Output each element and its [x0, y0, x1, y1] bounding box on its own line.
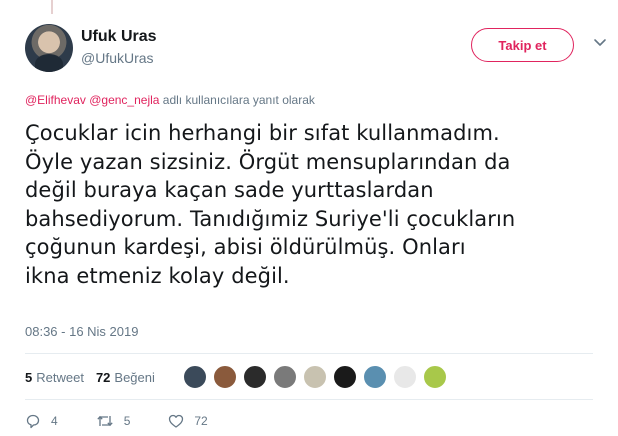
reply-context-text: adlı kullanıcılara yanıt olarak	[162, 93, 315, 107]
follow-button[interactable]: Takip et	[471, 28, 574, 62]
like-action[interactable]: 72	[168, 413, 208, 429]
like-action-count: 72	[194, 414, 208, 428]
reply-count: 4	[51, 414, 58, 428]
author-handle[interactable]: @UfukUras	[81, 50, 154, 66]
liker-avatar[interactable]	[243, 365, 267, 389]
mention-link[interactable]: @Elifhevav	[25, 93, 86, 107]
reply-action[interactable]: 4	[25, 413, 58, 429]
reply-icon	[26, 414, 40, 429]
liker-avatar[interactable]	[303, 365, 327, 389]
retweet-label: Retweet	[36, 369, 84, 385]
tweet-text-line: bahsediyorum. Tanıdığımiz Suriye'li çocu…	[25, 206, 516, 231]
liker-avatars	[183, 365, 453, 389]
avatar[interactable]	[25, 24, 73, 72]
like-count: 72	[95, 369, 111, 385]
retweet-action-count: 5	[123, 414, 131, 428]
divider	[25, 353, 593, 354]
tweet-timestamp[interactable]: 08:36 - 16 Nis 2019	[25, 324, 138, 339]
liker-avatar[interactable]	[393, 365, 417, 389]
tweet-text-line: Çocuklar icin herhangi bir sıfat kullanm…	[25, 121, 500, 145]
retweet-action[interactable]: 5	[96, 413, 131, 429]
divider	[25, 399, 593, 400]
author-name[interactable]: Ufuk Uras	[81, 28, 157, 46]
tweet-text-line: çoğunun kardeşi, abisi öldürülmüş. Onlar…	[25, 235, 466, 259]
chevron-down-icon[interactable]	[592, 34, 608, 50]
liker-avatar[interactable]	[213, 365, 237, 389]
tweet-stats: 5 Retweet 72 Beğeni	[25, 365, 167, 389]
tweet-header: Ufuk Uras @UfukUras Takip et	[25, 24, 606, 72]
mention-link[interactable]: @genc_nejla	[89, 93, 159, 107]
retweet-stat[interactable]: 5 Retweet	[25, 370, 84, 385]
tweet-text-line: değil buraya kaçan sade yurttaslardan	[25, 178, 434, 202]
retweet-count: 5	[25, 369, 33, 385]
tweet-text: Çocuklar icin herhangi bir sıfat kullanm…	[25, 119, 605, 290]
reply-context: @Elifhevav @genc_nejla adlı kullanıcılar…	[25, 93, 315, 107]
like-label: Beğeni	[114, 369, 155, 385]
liker-avatar[interactable]	[363, 365, 387, 389]
liker-avatar[interactable]	[333, 365, 357, 389]
liker-avatar[interactable]	[423, 365, 447, 389]
tweet-text-line: ikna etmeniz kolay değil.	[25, 263, 290, 288]
thread-connector-line	[51, 0, 53, 14]
liker-avatar[interactable]	[183, 365, 207, 389]
retweet-icon	[97, 415, 113, 427]
tweet-text-line: Öyle yazan sizsiniz. Örgüt mensuplarında…	[25, 149, 511, 174]
like-stat[interactable]: 72 Beğeni	[96, 370, 155, 385]
heart-icon	[169, 414, 184, 428]
liker-avatar[interactable]	[273, 365, 297, 389]
tweet-actions: 4 5 72	[25, 413, 246, 429]
